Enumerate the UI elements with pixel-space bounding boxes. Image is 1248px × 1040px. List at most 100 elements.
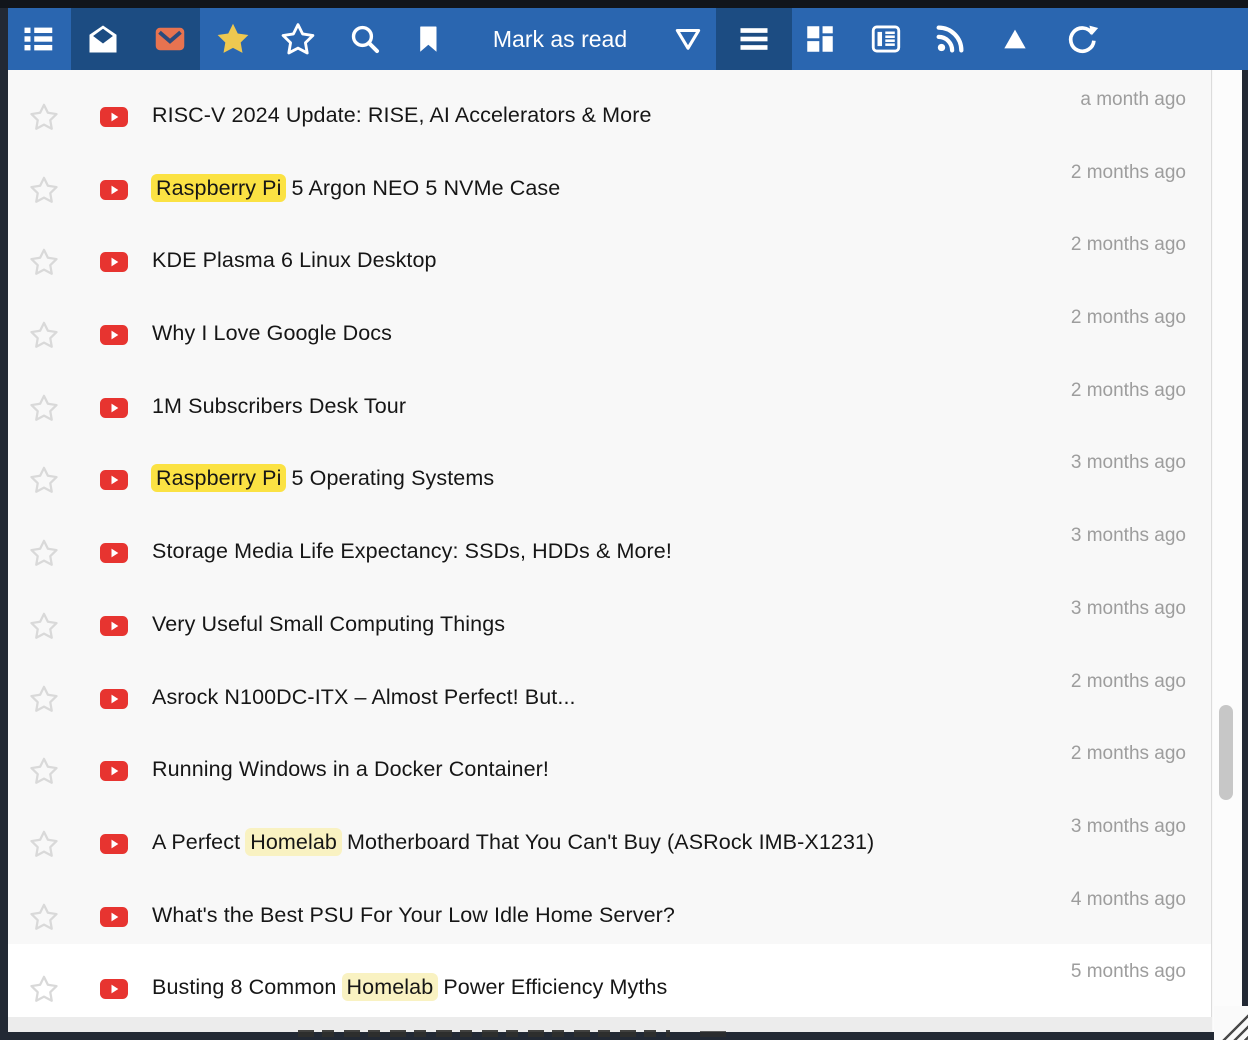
item-title[interactable]: Why I Love Google Docs xyxy=(152,321,392,346)
clipped-next-row-text xyxy=(298,1030,670,1037)
item-age: 5 months ago xyxy=(1071,961,1186,983)
feed-item-row[interactable]: Storage Media Life Expectancy: SSDs, HDD… xyxy=(8,508,1211,581)
reader-view-button[interactable] xyxy=(864,8,908,70)
search-icon xyxy=(348,22,382,56)
feed-item-row[interactable]: Raspberry Pi 5 Argon NEO 5 NVMe Case 2 m… xyxy=(8,145,1211,218)
open-envelope-icon xyxy=(85,21,121,57)
title-text: Busting 8 Common xyxy=(152,975,343,999)
title-text: KDE Plasma 6 Linux Desktop xyxy=(152,248,437,272)
scroll-top-button[interactable] xyxy=(993,8,1037,70)
youtube-icon xyxy=(100,834,128,854)
item-age: 3 months ago xyxy=(1071,598,1186,620)
search-highlight: Raspberry Pi xyxy=(151,464,286,492)
youtube-icon xyxy=(100,616,128,636)
youtube-icon xyxy=(100,325,128,345)
up-triangle-icon xyxy=(999,23,1031,55)
youtube-icon xyxy=(100,398,128,418)
star-outline-icon[interactable] xyxy=(28,755,60,787)
title-text: RISC-V 2024 Update: RISE, AI Accelerator… xyxy=(152,103,652,127)
title-text: What's the Best PSU For Your Low Idle Ho… xyxy=(152,903,675,927)
item-age: a month ago xyxy=(1080,89,1186,111)
star-outline-icon[interactable] xyxy=(28,683,60,715)
item-title[interactable]: Busting 8 Common Homelab Power Efficienc… xyxy=(152,975,667,1000)
mark-as-read-label: Mark as read xyxy=(493,26,627,53)
star-outline-icon[interactable] xyxy=(28,610,60,642)
star-outline-icon[interactable] xyxy=(28,174,60,206)
bookmark-button[interactable] xyxy=(406,8,450,70)
youtube-icon xyxy=(100,107,128,127)
filter-button[interactable] xyxy=(666,8,710,70)
feed-item-row[interactable]: Very Useful Small Computing Things 3 mon… xyxy=(8,581,1211,654)
item-age: 2 months ago xyxy=(1071,307,1186,329)
feed-item-row[interactable]: Busting 8 Common Homelab Power Efficienc… xyxy=(8,944,1211,1017)
item-age: 2 months ago xyxy=(1071,671,1186,693)
youtube-icon xyxy=(100,470,128,490)
item-title[interactable]: Asrock N100DC-ITX – Almost Perfect! But.… xyxy=(152,685,576,710)
bookmark-icon xyxy=(411,22,445,56)
mark-as-read-button[interactable]: Mark as read xyxy=(465,8,655,70)
item-title[interactable]: Running Windows in a Docker Container! xyxy=(152,757,549,782)
star-outline-icon[interactable] xyxy=(28,973,60,1005)
starred-filter-button[interactable] xyxy=(211,8,255,70)
feed-item-row[interactable]: Asrock N100DC-ITX – Almost Perfect! But.… xyxy=(8,654,1211,727)
item-title[interactable]: 1M Subscribers Desk Tour xyxy=(152,394,406,419)
star-outline-icon[interactable] xyxy=(28,392,60,424)
unread-envelope-icon xyxy=(152,21,188,57)
clipped-next-row-text-fragment xyxy=(700,1031,726,1037)
feed-item-row[interactable]: What's the Best PSU For Your Low Idle Ho… xyxy=(8,872,1211,945)
feed-item-row[interactable]: Raspberry Pi 5 Operating Systems 3 month… xyxy=(8,435,1211,508)
item-title[interactable]: KDE Plasma 6 Linux Desktop xyxy=(152,248,437,273)
star-outline-icon[interactable] xyxy=(28,828,60,860)
read-mail-button[interactable] xyxy=(81,8,125,70)
title-text: 1M Subscribers Desk Tour xyxy=(152,394,406,418)
item-title[interactable]: Raspberry Pi 5 Argon NEO 5 NVMe Case xyxy=(152,176,560,201)
feed-item-row[interactable]: A Perfect Homelab Motherboard That You C… xyxy=(8,799,1211,872)
search-highlight: Homelab xyxy=(342,973,439,1001)
title-text: Asrock N100DC-ITX – Almost Perfect! But.… xyxy=(152,685,576,709)
item-title[interactable]: RISC-V 2024 Update: RISE, AI Accelerator… xyxy=(152,103,652,128)
title-text: A Perfect xyxy=(152,830,246,854)
unstarred-filter-button[interactable] xyxy=(276,8,320,70)
item-title[interactable]: What's the Best PSU For Your Low Idle Ho… xyxy=(152,903,675,928)
search-button[interactable] xyxy=(343,8,387,70)
item-title[interactable]: Raspberry Pi 5 Operating Systems xyxy=(152,466,494,491)
feed-item-row[interactable]: Why I Love Google Docs 2 months ago xyxy=(8,290,1211,363)
item-age: 4 months ago xyxy=(1071,889,1186,911)
star-outline-icon[interactable] xyxy=(28,537,60,569)
item-age: 3 months ago xyxy=(1071,452,1186,474)
refresh-button[interactable] xyxy=(1060,8,1104,70)
item-age: 3 months ago xyxy=(1071,525,1186,547)
article-list-button[interactable] xyxy=(16,8,60,70)
title-text: Running Windows in a Docker Container! xyxy=(152,757,549,781)
layout-button[interactable] xyxy=(798,8,842,70)
feed-item-row[interactable]: Running Windows in a Docker Container! 2… xyxy=(8,726,1211,799)
scrollbar-track[interactable] xyxy=(1213,70,1242,1032)
youtube-icon xyxy=(100,979,128,999)
item-title[interactable]: Storage Media Life Expectancy: SSDs, HDD… xyxy=(152,539,672,564)
layout-grid-icon xyxy=(803,22,837,56)
feed-item-row[interactable]: KDE Plasma 6 Linux Desktop 2 months ago xyxy=(8,217,1211,290)
item-title[interactable]: Very Useful Small Computing Things xyxy=(152,612,505,637)
item-age: 2 months ago xyxy=(1071,380,1186,402)
scrollbar-thumb[interactable] xyxy=(1219,705,1233,800)
refresh-icon xyxy=(1065,22,1099,56)
star-outline-icon[interactable] xyxy=(28,901,60,933)
youtube-icon xyxy=(100,761,128,781)
star-outline-icon[interactable] xyxy=(28,101,60,133)
window-resize-grip[interactable] xyxy=(1214,1006,1248,1040)
menu-button[interactable] xyxy=(732,8,776,70)
unread-mail-button[interactable] xyxy=(148,8,192,70)
feed-reader-window: Mark as read xyxy=(0,0,1248,1040)
item-title[interactable]: A Perfect Homelab Motherboard That You C… xyxy=(152,830,874,855)
rss-icon xyxy=(933,22,967,56)
star-outline-icon[interactable] xyxy=(28,246,60,278)
feed-item-row[interactable]: RISC-V 2024 Update: RISE, AI Accelerator… xyxy=(8,72,1211,145)
star-outline-icon[interactable] xyxy=(28,319,60,351)
youtube-icon xyxy=(100,252,128,272)
search-highlight: Raspberry Pi xyxy=(151,174,286,202)
toolbar: Mark as read xyxy=(8,8,1248,70)
content-area: RISC-V 2024 Update: RISE, AI Accelerator… xyxy=(8,70,1242,1032)
rss-button[interactable] xyxy=(928,8,972,70)
star-outline-icon[interactable] xyxy=(28,464,60,496)
feed-item-row[interactable]: 1M Subscribers Desk Tour 2 months ago xyxy=(8,363,1211,436)
